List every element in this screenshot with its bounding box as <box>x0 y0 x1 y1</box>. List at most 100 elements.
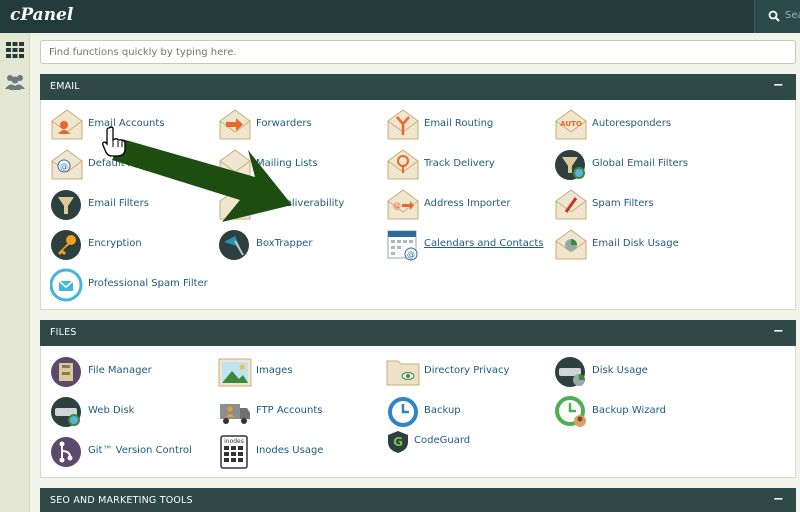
section-title: SEO AND MARKETING TOOLS <box>50 495 193 506</box>
item-label: Directory Privacy <box>424 365 510 376</box>
item-label: Deliverability <box>278 198 345 209</box>
item-label: Track Delivery <box>424 158 495 169</box>
email-accounts-icon <box>51 109 83 140</box>
sidebar <box>0 33 30 512</box>
item-label: BoxTrapper <box>256 238 313 249</box>
collapse-icon[interactable]: − <box>773 493 784 506</box>
email-filters-icon <box>51 190 81 220</box>
item-ftp-accounts[interactable]: FTP Accounts <box>218 395 378 429</box>
svg-text:G: G <box>393 435 403 449</box>
item-label: File Manager <box>88 365 152 376</box>
backup-icon <box>388 397 418 427</box>
default-address-icon: @ <box>51 149 83 180</box>
item-professional-spam-filter[interactable]: Professional Spam Filter <box>50 268 210 302</box>
git-icon <box>51 437 81 467</box>
images-icon <box>218 358 252 387</box>
inodes-icon-text: inodes <box>224 438 244 445</box>
email-disk-usage-icon <box>555 229 587 260</box>
email-deliverability-icon <box>219 189 251 220</box>
item-label: Mailing Lists <box>256 158 318 169</box>
top-search-placeholder: Sear <box>785 10 800 21</box>
item-track-delivery[interactable]: Track Delivery <box>386 148 546 182</box>
item-git-version-control[interactable]: Git™ Version Control <box>50 435 210 469</box>
disk-usage-icon <box>555 357 585 387</box>
seo-section-header[interactable]: SEO AND MARKETING TOOLS − <box>40 488 796 512</box>
file-manager-icon <box>51 357 81 387</box>
item-label: Backup Wizard <box>592 405 666 416</box>
autoresponders-icon-text: AUTO <box>560 120 582 128</box>
item-label: Global Email Filters <box>592 158 688 169</box>
cpanel-logo[interactable]: cPanel <box>10 5 73 25</box>
item-codeguard[interactable]: G CodeGuard <box>386 430 546 464</box>
forwarders-icon <box>219 109 251 140</box>
email-section-header[interactable]: EMAIL − <box>40 74 796 100</box>
item-label: Email Routing <box>424 118 494 129</box>
hand-cursor-icon <box>102 126 126 157</box>
item-label: Web Disk <box>88 405 135 416</box>
item-label: Professional Spam Filter <box>88 278 208 289</box>
item-label: Spam Filters <box>592 198 654 209</box>
item-autoresponders[interactable]: AUTO Autoresponders <box>554 108 714 142</box>
item-label: Git™ Version Control <box>88 445 192 456</box>
item-backup[interactable]: Backup <box>386 395 546 429</box>
item-inodes-usage[interactable]: inodes Inodes Usage <box>218 435 378 469</box>
files-section-header[interactable]: FILES − <box>40 320 796 346</box>
item-email-accounts[interactable]: Email Accounts <box>50 108 210 142</box>
top-bar: cPanel Sear <box>0 0 800 33</box>
email-section-body: Email Accounts Forwarders Email Routing … <box>40 100 796 310</box>
collapse-icon[interactable]: − <box>773 79 784 92</box>
item-directory-privacy[interactable]: Directory Privacy <box>386 355 546 389</box>
boxtrapper-icon <box>219 230 249 260</box>
codeguard-icon: G <box>388 431 408 453</box>
item-calendars-contacts[interactable]: @ Calendars and Contacts <box>386 228 546 262</box>
top-search[interactable]: Sear <box>754 0 800 33</box>
professional-spam-filter-icon <box>50 268 83 302</box>
item-label: Email Disk Usage <box>592 238 679 249</box>
collapse-icon[interactable]: − <box>773 325 784 338</box>
item-file-manager[interactable]: File Manager <box>50 355 210 389</box>
item-encryption[interactable]: Encryption <box>50 228 210 262</box>
item-label: Forwarders <box>256 118 312 129</box>
item-label: Address Importer <box>424 198 511 209</box>
item-email-routing[interactable]: Email Routing <box>386 108 546 142</box>
item-images[interactable]: Images <box>218 355 378 389</box>
item-label: Disk Usage <box>592 365 648 376</box>
item-label: CodeGuard <box>414 435 471 446</box>
item-label: Inodes Usage <box>256 445 324 456</box>
item-global-email-filters[interactable]: Global Email Filters <box>554 148 714 182</box>
item-spam-filters[interactable]: Spam Filters <box>554 188 714 222</box>
item-email-filters[interactable]: Email Filters <box>50 188 210 222</box>
svg-text:@: @ <box>407 250 415 259</box>
section-title: FILES <box>50 327 77 338</box>
item-mailing-lists[interactable]: Mailing Lists <box>218 148 378 182</box>
global-email-filters-icon <box>555 150 585 180</box>
users-icon[interactable] <box>4 73 26 91</box>
inodes-usage-icon: inodes <box>220 435 248 469</box>
directory-privacy-icon <box>386 360 420 386</box>
item-forwarders[interactable]: Forwarders <box>218 108 378 142</box>
grid-icon[interactable] <box>4 41 26 59</box>
item-boxtrapper[interactable]: BoxTrapper <box>218 228 378 262</box>
svg-text:@: @ <box>60 162 68 171</box>
item-label: Calendars and Contacts <box>424 238 544 249</box>
item-disk-usage[interactable]: Disk Usage <box>554 355 714 389</box>
item-email-deliverability[interactable]: Deliverability <box>218 188 378 222</box>
item-address-importer[interactable]: @ Address Importer <box>386 188 546 222</box>
item-web-disk[interactable]: Web Disk <box>50 395 210 429</box>
ftp-accounts-icon <box>220 404 250 424</box>
item-default-address[interactable]: @ Default Address <box>50 148 210 182</box>
svg-text:@: @ <box>393 201 401 210</box>
address-importer-icon: @ <box>387 189 419 220</box>
calendars-contacts-icon: @ <box>387 230 418 261</box>
web-disk-icon <box>51 397 81 427</box>
section-title: EMAIL <box>50 81 80 92</box>
item-label: Images <box>256 365 293 376</box>
spam-filters-icon <box>555 189 587 220</box>
item-backup-wizard[interactable]: Backup Wizard <box>554 395 714 429</box>
item-label: Email Filters <box>88 198 149 209</box>
item-email-disk-usage[interactable]: Email Disk Usage <box>554 228 714 262</box>
files-section-body: File Manager Images Directory Privacy Di… <box>40 346 796 478</box>
encryption-icon <box>51 230 81 260</box>
email-routing-icon <box>387 109 419 140</box>
quick-search-input[interactable] <box>40 40 796 64</box>
